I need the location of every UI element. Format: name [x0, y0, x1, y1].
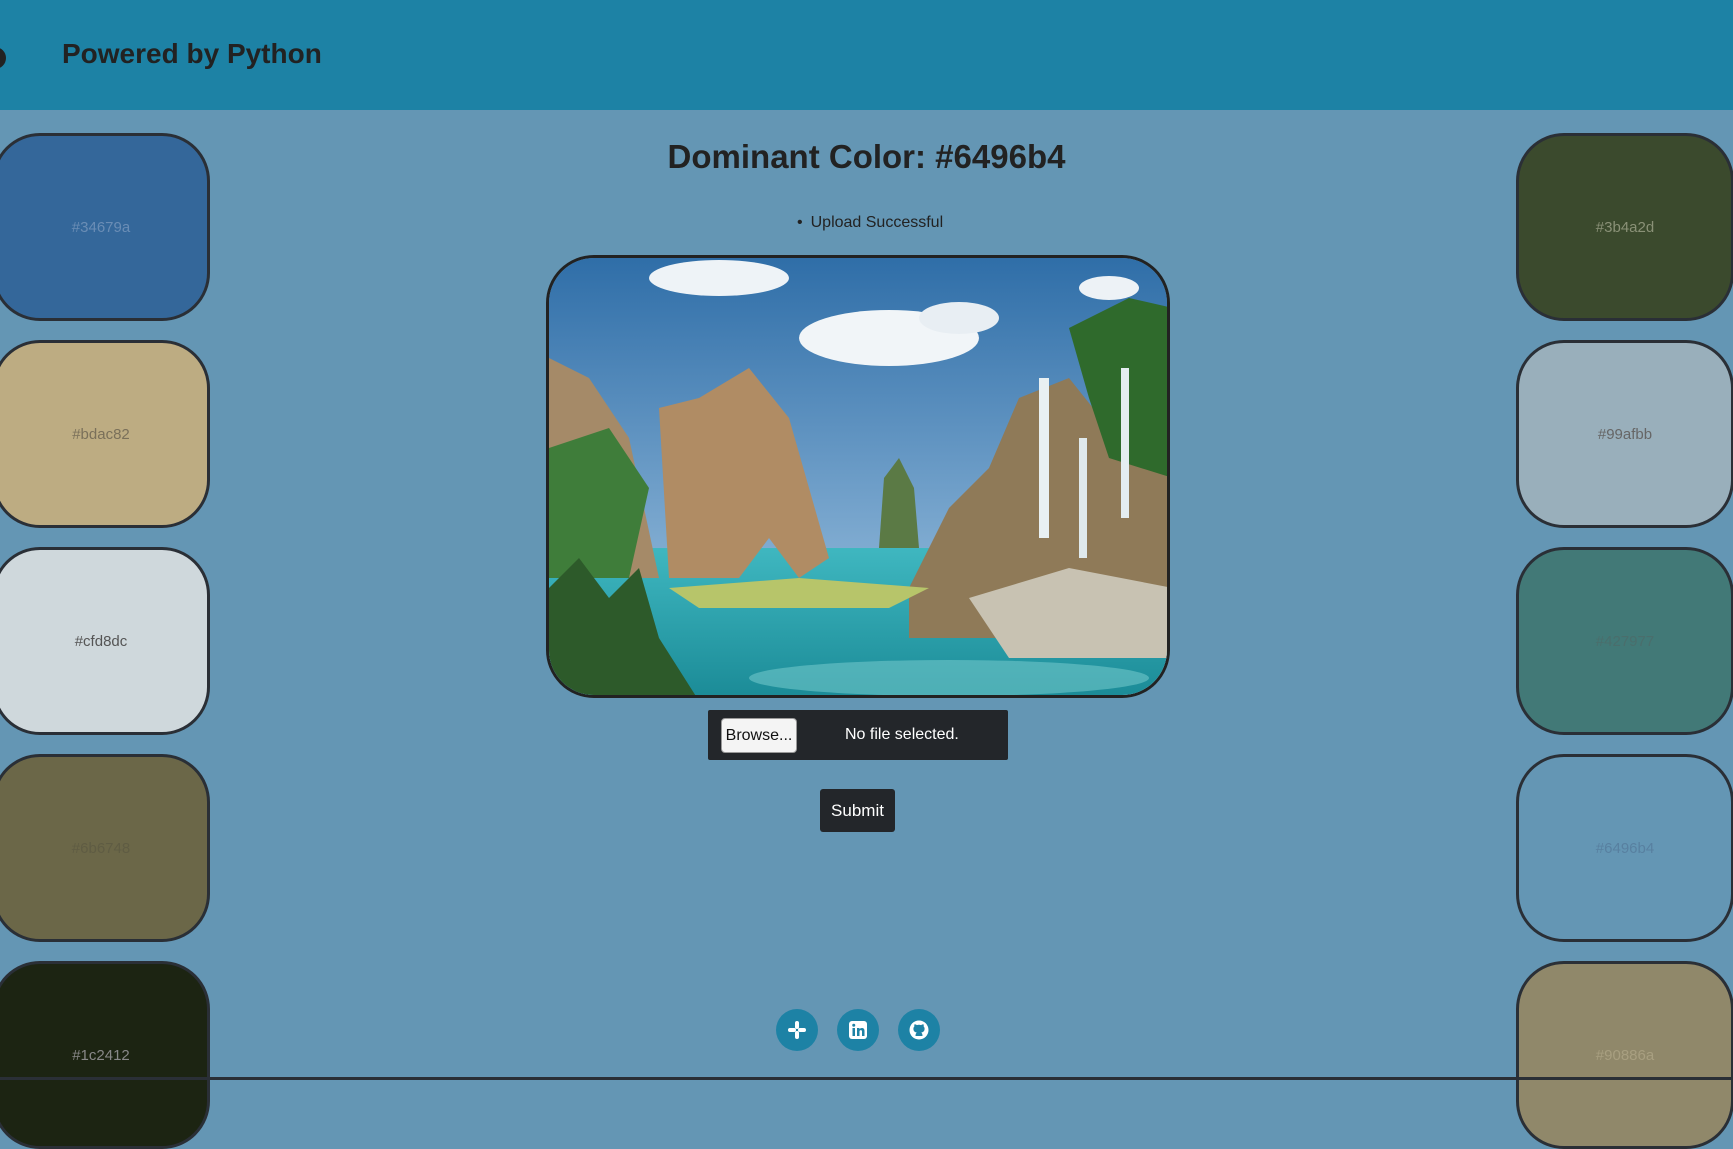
bullet-icon: •	[797, 214, 803, 231]
submit-button[interactable]: Submit	[820, 789, 895, 832]
slack-icon	[788, 1021, 806, 1039]
color-swatch: #6b6748	[0, 754, 210, 942]
slack-link[interactable]	[776, 1009, 818, 1051]
color-swatch-label: #3b4a2d	[1595, 218, 1655, 236]
brand-title: Powered by Python	[62, 38, 322, 69]
linkedin-link[interactable]	[837, 1009, 879, 1051]
landscape-image	[549, 258, 1167, 695]
github-icon	[909, 1020, 929, 1040]
color-swatch-label: #34679a	[71, 218, 131, 236]
github-link[interactable]	[898, 1009, 940, 1051]
color-swatch: #1c2412	[0, 961, 210, 1149]
uploaded-image	[546, 255, 1170, 698]
flash-message: • Upload Successful	[797, 214, 943, 232]
color-swatch: #bdac82	[0, 340, 210, 528]
color-swatch: #6496b4	[1516, 754, 1733, 942]
page-title: Dominant Color: #6496b4	[667, 138, 1066, 175]
browse-button[interactable]: Browse...	[721, 718, 797, 753]
color-swatch-label: #1c2412	[72, 1046, 130, 1064]
color-swatch: #90886a	[1516, 961, 1733, 1149]
color-swatch-label: #cfd8dc	[74, 632, 128, 650]
linkedin-icon	[849, 1021, 867, 1039]
color-swatch: #427977	[1516, 547, 1733, 735]
color-swatch-label: #6496b4	[1595, 839, 1655, 857]
color-swatch-label: #6b6748	[71, 839, 131, 857]
flash-message-text: Upload Successful	[810, 214, 944, 231]
header: Powered by Python	[0, 0, 1733, 110]
color-swatch-label: #427977	[1595, 632, 1655, 650]
color-swatch-label: #90886a	[1595, 1046, 1655, 1064]
color-swatch-label: #99afbb	[1597, 425, 1653, 443]
color-swatch-label: #bdac82	[72, 425, 130, 443]
file-input[interactable]: Browse... No file selected.	[708, 710, 1008, 760]
file-status-text: No file selected.	[845, 726, 959, 743]
color-swatch: #cfd8dc	[0, 547, 210, 735]
color-swatch: #99afbb	[1516, 340, 1733, 528]
logo-icon	[0, 47, 6, 69]
